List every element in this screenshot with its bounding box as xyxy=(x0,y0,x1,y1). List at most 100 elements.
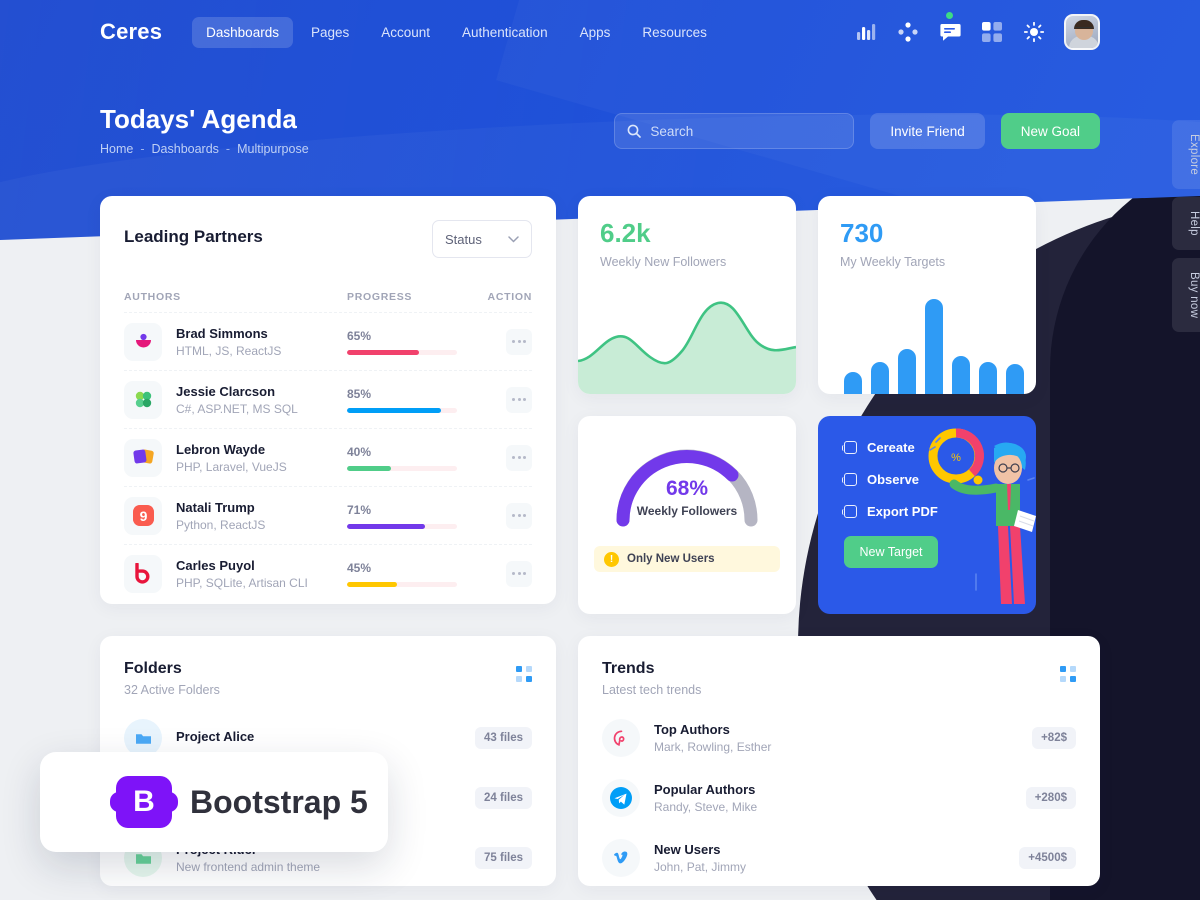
page-title: Todays' Agenda xyxy=(100,104,297,134)
side-tab-help[interactable]: Help xyxy=(1172,197,1200,250)
left-column: Leading Partners Status AUTHORS PROGRESS… xyxy=(100,196,556,614)
checkbox-icon xyxy=(842,473,857,486)
chat-icon[interactable] xyxy=(938,12,962,44)
folders-subtitle: 32 Active Folders xyxy=(124,683,220,697)
breadcrumb-home[interactable]: Home xyxy=(100,142,133,156)
breadcrumb-dashboards[interactable]: Dashboards xyxy=(152,142,219,156)
avatar-glasses xyxy=(1075,27,1093,31)
followers-value: 6.2k xyxy=(600,218,651,248)
grid-squares-icon[interactable] xyxy=(980,20,1004,44)
partner-percent: 71% xyxy=(347,502,372,517)
nav-link-dashboards[interactable]: Dashboards xyxy=(192,16,293,48)
nav-link-pages[interactable]: Pages xyxy=(297,17,363,48)
checkbox-icon xyxy=(842,441,857,454)
partner-skills: C#, ASP.NET, MS SQL xyxy=(176,401,298,416)
alert-banner: ! Only New Users xyxy=(594,546,780,572)
nav-link-resources[interactable]: Resources xyxy=(628,17,721,48)
brightness-sun-icon[interactable] xyxy=(1022,20,1046,44)
breadcrumb: Home - Dashboards - Multipurpose xyxy=(100,142,309,156)
list-item[interactable]: Top Authors Mark, Rowling, Esther +82$ xyxy=(602,719,1076,757)
target-checklist: Cereate Observe Export PDF xyxy=(842,440,1036,519)
table-row[interactable]: 9 Natali Trump Python, ReactJS 71% xyxy=(124,487,532,544)
partner-logo-3 xyxy=(124,438,162,477)
alert-text: Only New Users xyxy=(627,553,715,565)
partner-percent: 40% xyxy=(347,444,372,459)
partner-skills: PHP, Laravel, VueJS xyxy=(176,459,287,474)
search-input[interactable]: Search xyxy=(614,113,855,149)
row-actions-button[interactable] xyxy=(506,328,532,355)
trend-badge: +4500$ xyxy=(1019,847,1076,869)
nav-icon-group xyxy=(854,12,1046,44)
header-toolbar: Search Invite Friend New Goal xyxy=(614,113,1100,149)
list-item[interactable]: Popular Authors Randy, Steve, Mike +280$ xyxy=(602,779,1076,817)
table-row[interactable]: Carles Puyol PHP, SQLite, Artisan CLI 45… xyxy=(124,545,532,602)
partner-name: Jessie Clarcson xyxy=(176,383,276,399)
partner-progress-bar xyxy=(347,349,457,355)
table-row[interactable]: Brad Simmons HTML, JS, ReactJS 65% xyxy=(124,313,532,370)
trend-badge: +82$ xyxy=(1032,727,1076,749)
trend-desc: Randy, Steve, Mike xyxy=(654,800,758,814)
bootstrap-badge-label: Bootstrap 5 xyxy=(190,783,368,820)
checklist-item-observe[interactable]: Observe xyxy=(842,472,1036,487)
breadcrumb-multipurpose[interactable]: Multipurpose xyxy=(237,142,309,156)
svg-text:9: 9 xyxy=(139,508,147,524)
gauge-chart: 68% Weekly Followers xyxy=(612,448,762,527)
weekly-targets-card: 730 My Weekly Targets xyxy=(818,196,1036,394)
column-action: ACTION xyxy=(487,291,532,303)
gauge-label: Weekly Followers xyxy=(636,504,738,518)
checklist-label: Cereate xyxy=(867,440,915,455)
table-row[interactable]: Jessie Clarcson C#, ASP.NET, MS SQL 85% xyxy=(124,371,532,428)
partner-percent: 85% xyxy=(347,386,372,401)
row-actions-button[interactable] xyxy=(506,560,532,587)
list-item[interactable]: New Users John, Pat, Jimmy +4500$ xyxy=(602,839,1076,877)
gauge-value: 68% xyxy=(665,477,709,500)
folders-title: Folders xyxy=(124,660,182,677)
folder-file-count: 75 files xyxy=(475,847,532,869)
invite-friend-button[interactable]: Invite Friend xyxy=(870,113,985,149)
side-tab-explore[interactable]: Explore xyxy=(1172,120,1200,190)
partner-skills: HTML, JS, ReactJS xyxy=(176,343,282,358)
status-select-value: Status xyxy=(445,231,482,247)
trend-desc: Mark, Rowling, Esther xyxy=(654,740,772,754)
new-target-card: % Cereate Observe Export PDF New Target xyxy=(818,416,1036,614)
chart-bars-icon[interactable] xyxy=(854,20,878,44)
side-tab-buy-now[interactable]: Buy now xyxy=(1172,257,1200,333)
column-authors: AUTHORS xyxy=(124,291,181,303)
new-goal-button[interactable]: New Goal xyxy=(1000,113,1100,149)
folders-menu-button[interactable] xyxy=(516,666,532,682)
table-row[interactable]: Lebron Wayde PHP, Laravel, VueJS 40% xyxy=(124,429,532,486)
nav-link-account[interactable]: Account xyxy=(367,17,444,48)
partner-skills: PHP, SQLite, Artisan CLI xyxy=(176,575,308,590)
top-navbar: Ceres Dashboards Pages Account Authentic… xyxy=(0,0,1200,64)
row-actions-button[interactable] xyxy=(506,502,532,529)
checklist-item-cereate[interactable]: Cereate xyxy=(842,440,1036,455)
folder-file-count: 24 files xyxy=(475,787,532,809)
nav-link-apps[interactable]: Apps xyxy=(566,17,625,48)
vimeo-icon xyxy=(602,839,640,877)
targets-value: 730 xyxy=(840,218,884,248)
brand-logo[interactable]: Ceres xyxy=(100,19,162,45)
pinterest-icon xyxy=(602,719,640,757)
trends-menu-button[interactable] xyxy=(1060,666,1076,682)
partner-logo-5 xyxy=(124,554,162,593)
nav-link-authentication[interactable]: Authentication xyxy=(448,17,562,48)
search-icon xyxy=(628,124,642,138)
status-select[interactable]: Status xyxy=(432,220,532,258)
trends-subtitle: Latest tech trends xyxy=(602,683,702,697)
checklist-item-export-pdf[interactable]: Export PDF xyxy=(842,504,1036,519)
new-target-button[interactable]: New Target xyxy=(844,536,938,568)
trend-name: New Users xyxy=(654,842,721,857)
partners-table-header: AUTHORS PROGRESS ACTION xyxy=(124,291,532,303)
avatar[interactable] xyxy=(1064,14,1100,50)
row-actions-button[interactable] xyxy=(506,444,532,471)
checkbox-icon xyxy=(842,505,857,518)
scatter-dots-icon[interactable] xyxy=(896,20,920,44)
row-actions-button[interactable] xyxy=(506,386,532,413)
targets-label: My Weekly Targets xyxy=(840,255,946,269)
partner-progress-bar xyxy=(347,407,457,413)
chevron-down-icon xyxy=(508,235,519,243)
folder-file-count: 43 files xyxy=(475,727,532,749)
partner-name: Brad Simmons xyxy=(176,325,268,341)
trends-card: Trends Latest tech trends Top Authors Ma… xyxy=(578,636,1100,886)
column-progress: PROGRESS xyxy=(347,291,413,303)
